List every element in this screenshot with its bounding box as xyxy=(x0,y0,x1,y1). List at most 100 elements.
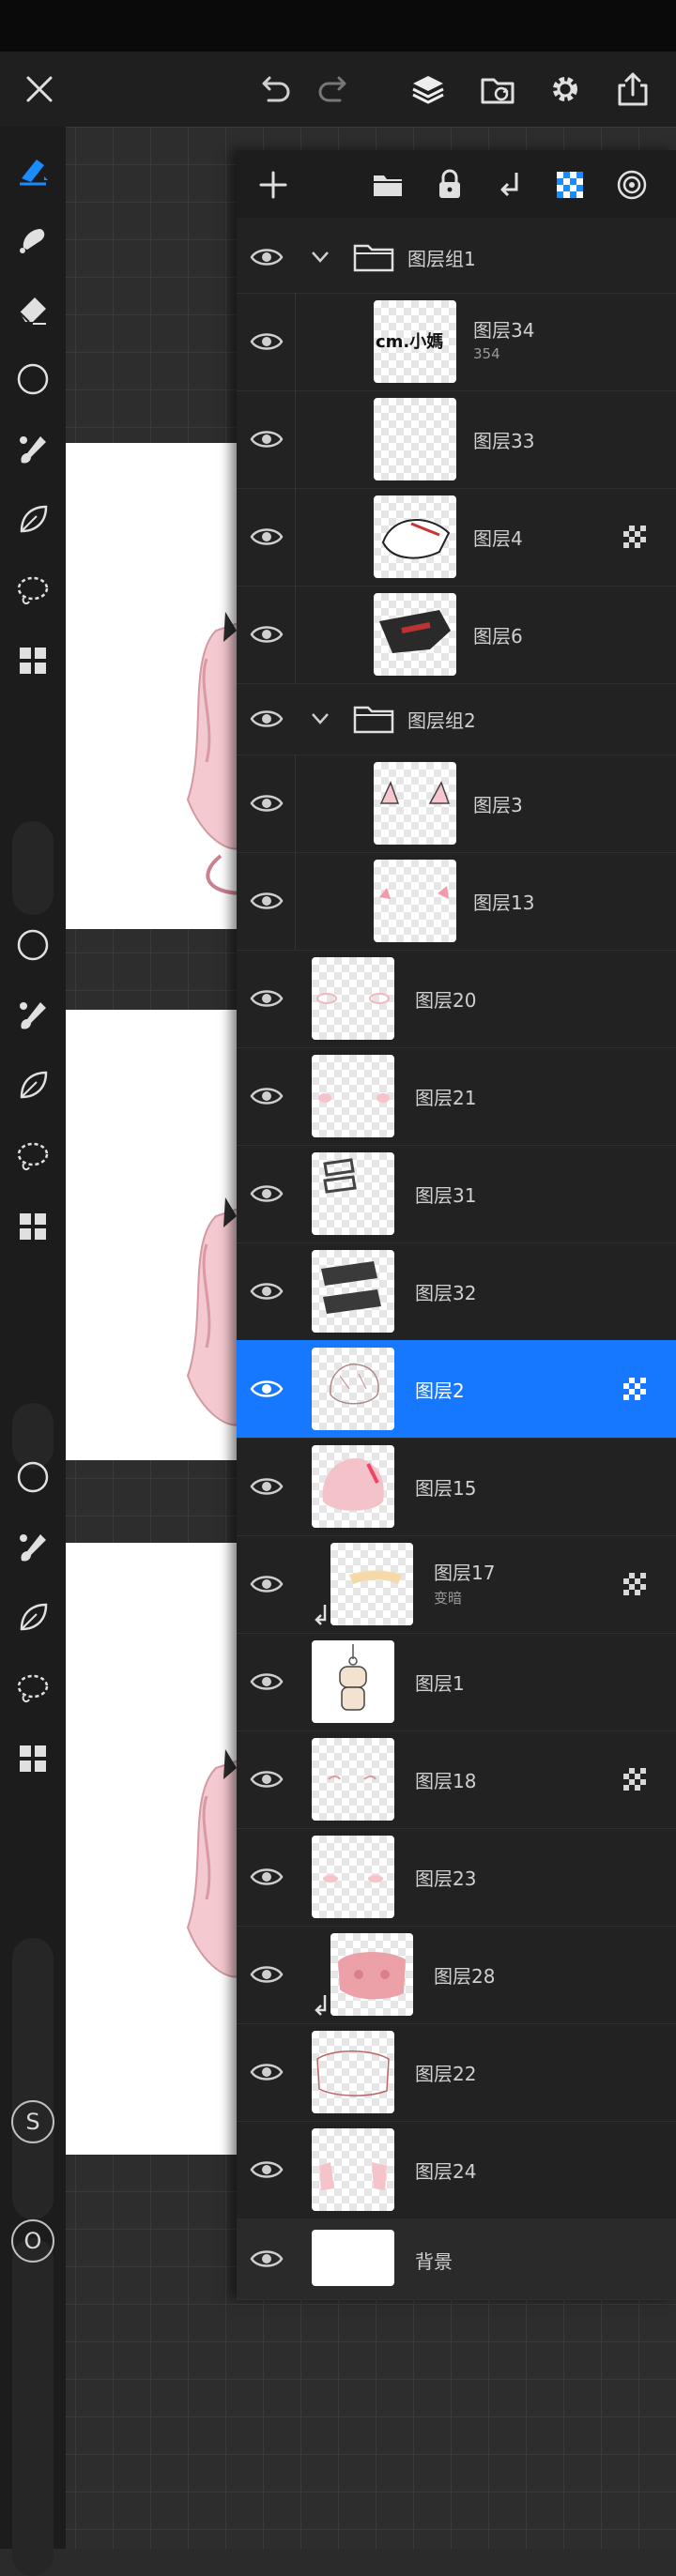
layer-row-1[interactable]: 图层1 xyxy=(237,1633,676,1731)
color-picker-2[interactable] xyxy=(10,922,55,968)
leaf-brush-tool-1[interactable] xyxy=(10,497,55,542)
lasso-tool-1[interactable] xyxy=(10,568,55,613)
layer-row-17[interactable]: 图层17 变暗 xyxy=(237,1535,676,1634)
layer-row-3[interactable]: 图层3 xyxy=(237,755,676,853)
visibility-toggle[interactable] xyxy=(248,1858,285,1896)
visibility-toggle[interactable] xyxy=(248,323,285,360)
s-button[interactable]: S xyxy=(11,2100,54,2143)
layers-panel: 图层组1 cm.小媽 图层34 354 图层33 图层4 图层6 图层组2 图层… xyxy=(237,150,676,2300)
o-button[interactable]: O xyxy=(11,2219,54,2263)
gallery-tool-2[interactable] xyxy=(10,1204,55,1249)
layers-icon xyxy=(412,76,444,104)
alpha-lock-button[interactable] xyxy=(548,163,592,206)
visibility-toggle[interactable] xyxy=(248,1761,285,1798)
reference-layer-button[interactable] xyxy=(610,163,653,206)
lasso-tool-2[interactable] xyxy=(10,1134,55,1179)
visibility-toggle[interactable] xyxy=(248,980,285,1017)
artboard-frame-1[interactable] xyxy=(66,443,244,929)
visibility-toggle[interactable] xyxy=(248,785,285,822)
visibility-toggle[interactable] xyxy=(248,1175,285,1212)
layer-row-21[interactable]: 图层21 xyxy=(237,1047,676,1146)
layer-row-23[interactable]: 图层23 xyxy=(237,1828,676,1927)
add-layer-button[interactable] xyxy=(252,163,295,206)
visibility-toggle[interactable] xyxy=(248,238,285,276)
clipping-mask-button[interactable] xyxy=(490,163,533,206)
layer-group-1[interactable]: 图层组1 xyxy=(237,221,676,294)
visibility-toggle[interactable] xyxy=(248,700,285,738)
chevron-down-icon[interactable] xyxy=(310,248,330,267)
visibility-toggle[interactable] xyxy=(248,2240,285,2278)
layer-row-33[interactable]: 图层33 xyxy=(237,390,676,489)
color-picker-1[interactable] xyxy=(10,357,55,402)
layer-name: 图层17 xyxy=(434,1562,496,1584)
visibility-toggle[interactable] xyxy=(248,1565,285,1603)
visibility-toggle[interactable] xyxy=(248,1077,285,1115)
layer-name: 图层2 xyxy=(415,1379,465,1402)
grid-icon xyxy=(20,1745,46,1772)
layer-row-32[interactable]: 图层32 xyxy=(237,1242,676,1341)
visibility-toggle[interactable] xyxy=(248,2053,285,2091)
thumbnail-art xyxy=(328,1776,376,1780)
visibility-toggle[interactable] xyxy=(248,518,285,556)
visibility-toggle[interactable] xyxy=(248,1956,285,1993)
visibility-toggle[interactable] xyxy=(248,1468,285,1505)
alpha-lock-icon xyxy=(623,526,646,548)
chevron-down-icon[interactable] xyxy=(310,709,330,728)
sync-folder-button[interactable] xyxy=(471,63,524,115)
brush-settings-tool-2[interactable] xyxy=(10,993,55,1038)
brush-settings-tool-3[interactable] xyxy=(10,1525,55,1570)
redo-button[interactable] xyxy=(308,63,361,115)
close-button[interactable] xyxy=(13,63,66,115)
layer-row-18[interactable]: 图层18 xyxy=(237,1730,676,1829)
layer-thumbnail xyxy=(374,495,456,578)
layer-row-2[interactable]: 图层2 xyxy=(237,1340,676,1439)
divider xyxy=(295,488,296,586)
leaf-brush-tool-2[interactable] xyxy=(10,1063,55,1108)
visibility-toggle[interactable] xyxy=(248,1370,285,1408)
size-slider-3[interactable] xyxy=(12,1938,54,2219)
new-group-button[interactable] xyxy=(366,163,409,206)
layer-row-15[interactable]: 图层15 xyxy=(237,1438,676,1536)
layer-row-28[interactable]: 图层28 xyxy=(237,1926,676,2024)
layer-row-24[interactable]: 图层24 xyxy=(237,2121,676,2219)
layer-name: 图层28 xyxy=(434,1965,496,1988)
layer-thumbnail: cm.小媽 xyxy=(374,300,456,383)
export-button[interactable] xyxy=(607,63,659,115)
visibility-toggle[interactable] xyxy=(248,1273,285,1310)
layer-group-2[interactable]: 图层组2 xyxy=(237,683,676,755)
layer-row-20[interactable]: 图层20 xyxy=(237,950,676,1048)
visibility-toggle[interactable] xyxy=(248,420,285,458)
visibility-toggle[interactable] xyxy=(248,1663,285,1700)
visibility-toggle[interactable] xyxy=(248,616,285,653)
lasso-tool-3[interactable] xyxy=(10,1666,55,1711)
color-picker-3[interactable] xyxy=(10,1455,55,1500)
layer-row-34[interactable]: cm.小媽 图层34 354 xyxy=(237,293,676,391)
layers-button[interactable] xyxy=(402,63,454,115)
layer-row-background[interactable]: 背景 xyxy=(237,2218,676,2300)
artboard-frame-2[interactable] xyxy=(66,1010,244,1460)
o-label: O xyxy=(23,2228,42,2254)
lock-layer-button[interactable] xyxy=(428,163,471,206)
undo-button[interactable] xyxy=(248,63,300,115)
gallery-tool-3[interactable] xyxy=(10,1736,55,1781)
pen-tool[interactable] xyxy=(10,146,55,191)
layer-row-22[interactable]: 图层22 xyxy=(237,2023,676,2122)
visibility-toggle[interactable] xyxy=(248,882,285,920)
layer-row-31[interactable]: 图层31 xyxy=(237,1145,676,1243)
eraser-tool[interactable] xyxy=(10,286,55,331)
thumbnail-art xyxy=(381,519,451,559)
smudge-tool[interactable] xyxy=(10,216,55,261)
artboard-frame-3[interactable] xyxy=(66,1543,244,2155)
gallery-tool-1[interactable] xyxy=(10,638,55,683)
leaf-brush-tool-3[interactable] xyxy=(10,1595,55,1640)
layer-row-4[interactable]: 图层4 xyxy=(237,488,676,587)
settings-button[interactable] xyxy=(539,63,592,115)
layer-row-6[interactable]: 图层6 xyxy=(237,586,676,684)
visibility-toggle[interactable] xyxy=(248,2151,285,2188)
layer-row-13[interactable]: 图层13 xyxy=(237,852,676,951)
leaf-icon xyxy=(20,505,48,533)
brush-settings-tool-1[interactable] xyxy=(10,427,55,472)
opacity-slider[interactable] xyxy=(12,2238,54,2576)
brush-icon xyxy=(20,436,46,464)
size-slider-1[interactable] xyxy=(12,821,54,915)
